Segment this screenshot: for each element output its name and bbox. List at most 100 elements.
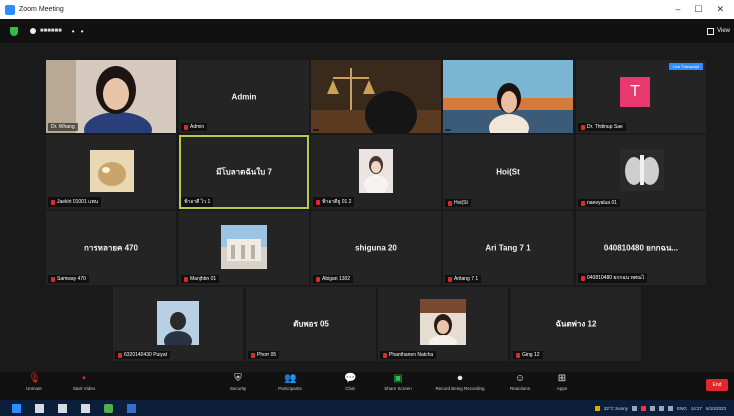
minimize-icon[interactable]: –	[675, 4, 680, 15]
video-tile[interactable]: ตับพอร 05 Phorr 05	[246, 287, 376, 361]
record-button[interactable]: ⏺ Record Being Recording	[428, 373, 492, 392]
input-language[interactable]: ENG	[677, 406, 687, 411]
participant-photo	[221, 225, 267, 269]
participant-video	[443, 60, 573, 133]
tray-icon[interactable]	[649, 405, 655, 411]
mic-muted-icon	[118, 352, 122, 358]
volume-icon[interactable]	[667, 405, 673, 411]
reactions-icon: ☺	[514, 373, 526, 384]
video-tile[interactable]: ฉันตพ่าง 12 Ging 12	[511, 287, 641, 361]
apps-button[interactable]: ⊞ Apps	[536, 373, 588, 392]
participant-photo	[359, 149, 393, 193]
participant-name: มีโบลาตฉันใบ 7	[216, 167, 272, 177]
meeting-top-bar: ■■■■■■ • • View	[0, 19, 734, 43]
mic-muted-icon	[184, 124, 188, 130]
video-tile[interactable]: naeeyalua 01	[576, 135, 706, 209]
chat-label: Chat	[345, 386, 355, 391]
participant-name-label: 040810480 ยกกฉน ทศณไ	[578, 273, 648, 283]
task-view-icon[interactable]	[58, 403, 67, 413]
security-shield-icon: ⛨	[234, 373, 242, 384]
maximize-icon[interactable]: ☐	[694, 4, 702, 15]
participant-name-label: Phanthanen Natcha	[380, 351, 437, 359]
zoom-logo-icon	[5, 4, 15, 15]
participant-name-label: Admin	[181, 123, 208, 131]
share-screen-icon: ▣	[393, 373, 403, 384]
grid-view-icon	[707, 27, 715, 35]
video-tile-active-speaker[interactable]: มีโบลาตฉันใบ 7 ฟ้าอาตี ไว 1	[179, 135, 309, 209]
mic-muted-icon	[383, 352, 387, 358]
tray-icon[interactable]	[631, 405, 637, 411]
share-screen-button[interactable]: ▣ Share Screen	[372, 373, 424, 392]
unmute-label: Unmute	[26, 386, 42, 391]
video-tile[interactable]	[311, 60, 441, 133]
chat-button[interactable]: 💬 Chat	[324, 374, 376, 392]
os-taskbar: 32°C Sunny ENG 14:27 6/10/2023	[0, 400, 734, 416]
mic-off-icon: 🎙	[28, 373, 41, 384]
window-title-bar: Zoom Meeting – ☐ ✕	[0, 0, 734, 19]
mic-muted-icon	[448, 276, 452, 282]
encryption-shield-icon[interactable]	[10, 26, 18, 36]
mic-muted-icon	[516, 352, 520, 358]
zoom-app-icon[interactable]	[127, 403, 136, 413]
video-tile[interactable]: 6320140430 Puiyat	[113, 287, 243, 361]
participant-name-label: naeeyalua 01	[578, 199, 621, 207]
video-tile[interactable]: 040810480 ยกกฉน... 040810480 ยกกฉน ทศณไ	[576, 211, 706, 285]
file-explorer-icon[interactable]	[81, 403, 90, 413]
participant-photo	[157, 301, 199, 345]
video-tile[interactable]: T Live Transcript Dr. Thitinup Sae	[576, 60, 706, 133]
record-icon: ⏺	[457, 373, 463, 384]
video-tile[interactable]: Jaekiri 01001 แพน	[46, 135, 176, 209]
participant-name-label: Samway 470	[48, 275, 89, 283]
window-title: Zoom Meeting	[19, 6, 64, 13]
participant-name-label: Dr. Whang	[48, 123, 78, 131]
participant-name: การหลายค 470	[84, 243, 138, 253]
video-tile[interactable]: Phanthanen Natcha	[378, 287, 508, 361]
end-meeting-button[interactable]: End	[706, 379, 728, 391]
video-tile[interactable]: Ari Tang 7 1 Aritang 7 1	[443, 211, 573, 285]
video-tile[interactable]: ฟ้าอาตียู 01 2	[311, 135, 441, 209]
security-button[interactable]: ⛨ Security	[212, 373, 264, 392]
participant-name-label	[313, 129, 319, 131]
wifi-icon[interactable]	[658, 405, 664, 411]
unmute-button[interactable]: 🎙 Unmute	[8, 373, 60, 392]
video-tile[interactable]: Hoi(St Hoi(St	[443, 135, 573, 209]
participant-name-label: Aritang 7 1	[445, 275, 482, 283]
clock-date[interactable]: 6/10/2023	[706, 406, 726, 411]
weather-icon	[594, 405, 600, 411]
view-button[interactable]: View	[707, 27, 730, 35]
participant-name: shiguna 20	[355, 243, 397, 253]
start-video-button[interactable]: ▪ Start Video	[58, 373, 110, 392]
video-tile[interactable]: Admin Admin	[179, 60, 309, 133]
mic-muted-icon	[251, 352, 255, 358]
participant-name-label: 6320140430 Puiyat	[115, 351, 171, 359]
close-icon[interactable]: ✕	[716, 4, 724, 15]
video-tile[interactable]: Dr. Whang	[46, 60, 176, 133]
participant-name-label: Ging 12	[513, 351, 543, 359]
clock-time[interactable]: 14:27	[691, 406, 702, 411]
participants-button[interactable]: 👥 Participants	[264, 374, 316, 392]
line-app-icon[interactable]	[104, 403, 113, 413]
record-label: Record Being Recording	[435, 386, 485, 391]
apps-icon: ⊞	[557, 373, 567, 384]
video-tile[interactable]: shiguna 20 Abigan 1302	[311, 211, 441, 285]
participant-photo	[90, 150, 134, 192]
video-tile[interactable]	[443, 60, 573, 133]
video-tile[interactable]: Manjhbn 01	[179, 211, 309, 285]
video-off-icon: ▪	[82, 373, 86, 384]
windows-start-icon[interactable]	[12, 403, 21, 413]
participant-photo	[620, 149, 664, 191]
participant-video	[311, 60, 441, 133]
search-icon[interactable]	[35, 403, 44, 413]
participant-name-label: Abigan 1302	[313, 275, 354, 283]
share-screen-label: Share Screen	[384, 386, 412, 391]
mic-muted-icon	[51, 276, 55, 282]
participant-name: ฉันตพ่าง 12	[555, 319, 597, 329]
speaker-indicator[interactable]: ■■■■■■	[30, 28, 62, 34]
more-dots-icon[interactable]: • •	[72, 27, 86, 36]
window-controls: – ☐ ✕	[675, 4, 724, 15]
live-transcript-button[interactable]: Live Transcript	[668, 63, 703, 70]
video-tile[interactable]: การหลายค 470 Samway 470	[46, 211, 176, 285]
tray-icon[interactable]	[640, 405, 646, 411]
mic-muted-icon	[316, 199, 320, 205]
mic-muted-icon	[51, 199, 55, 205]
